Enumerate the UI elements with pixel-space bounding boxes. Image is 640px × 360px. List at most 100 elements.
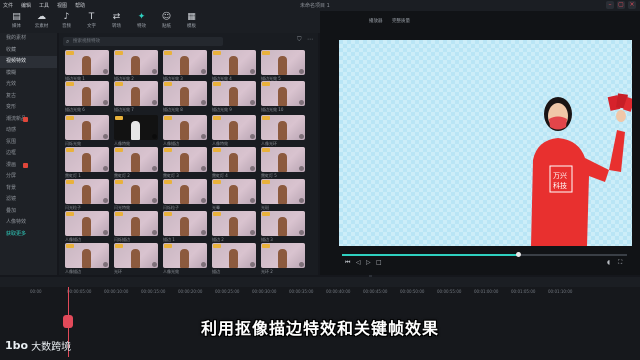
- menu-edit[interactable]: 编辑: [21, 2, 31, 9]
- toolbar-sticker[interactable]: ☺ 贴纸: [154, 11, 179, 33]
- close-icon[interactable]: ×: [628, 1, 636, 9]
- sidebar-item[interactable]: 我的素材: [0, 33, 57, 45]
- toolbar-media[interactable]: ▤ 媒体: [4, 11, 29, 33]
- add-icon[interactable]: [103, 198, 108, 203]
- sidebar-item[interactable]: 漫画: [0, 160, 57, 172]
- volume-icon[interactable]: ◖: [607, 259, 610, 266]
- add-icon[interactable]: [250, 100, 255, 105]
- effect-thumbnail[interactable]: [261, 81, 305, 106]
- add-icon[interactable]: [103, 262, 108, 267]
- effect-thumbnail[interactable]: [163, 115, 207, 140]
- effect-thumbnail[interactable]: [163, 81, 207, 106]
- add-icon[interactable]: [299, 134, 304, 139]
- toolbar-audio[interactable]: ♪ 音频: [54, 11, 79, 33]
- sidebar-item[interactable]: 获取更多: [0, 229, 57, 241]
- add-icon[interactable]: [103, 166, 108, 171]
- sidebar-item[interactable]: 收藏: [0, 45, 57, 57]
- add-icon[interactable]: [250, 134, 255, 139]
- add-icon[interactable]: [299, 100, 304, 105]
- sidebar-item[interactable]: 边框: [0, 148, 57, 160]
- effect-thumbnail[interactable]: [212, 50, 256, 75]
- effect-thumbnail[interactable]: [261, 115, 305, 140]
- effect-thumbnail[interactable]: [163, 147, 207, 172]
- toolbar-cloud[interactable]: ☁ 云素材: [29, 11, 54, 33]
- sidebar-item[interactable]: 背景: [0, 183, 57, 195]
- menu-file[interactable]: 文件: [3, 2, 13, 9]
- effect-thumbnail[interactable]: [163, 50, 207, 75]
- effect-thumbnail[interactable]: [261, 147, 305, 172]
- progress-handle[interactable]: [516, 252, 522, 257]
- fullscreen-icon[interactable]: ⛶: [618, 259, 622, 267]
- effect-thumbnail[interactable]: [212, 243, 256, 268]
- effect-thumbnail[interactable]: [212, 115, 256, 140]
- add-icon[interactable]: [201, 166, 206, 171]
- effect-thumbnail[interactable]: [163, 211, 207, 236]
- preview-canvas[interactable]: 万兴 科技: [339, 40, 632, 246]
- toolbar-text[interactable]: T 文字: [79, 11, 104, 33]
- effect-thumbnail[interactable]: [163, 179, 207, 204]
- add-icon[interactable]: [152, 262, 157, 267]
- effect-thumbnail[interactable]: [65, 179, 109, 204]
- effect-thumbnail[interactable]: [212, 211, 256, 236]
- effect-thumbnail[interactable]: [65, 81, 109, 106]
- effect-thumbnail[interactable]: [114, 81, 158, 106]
- sidebar-item[interactable]: 分屏: [0, 171, 57, 183]
- add-icon[interactable]: [152, 230, 157, 235]
- sidebar-item[interactable]: 动感: [0, 125, 57, 137]
- toolbar-transition[interactable]: ⇄ 转场: [104, 11, 129, 33]
- sidebar-item[interactable]: 潮流新品: [0, 114, 57, 126]
- tab-quality[interactable]: 完整质量: [392, 18, 410, 24]
- add-icon[interactable]: [103, 69, 108, 74]
- prev-frame-icon[interactable]: ⏮: [345, 259, 350, 267]
- effect-thumbnail[interactable]: [261, 243, 305, 268]
- add-icon[interactable]: [299, 166, 304, 171]
- add-icon[interactable]: [299, 262, 304, 267]
- add-icon[interactable]: [103, 134, 108, 139]
- effect-thumbnail[interactable]: [114, 211, 158, 236]
- menu-view[interactable]: 视图: [57, 2, 67, 9]
- effect-thumbnail[interactable]: [261, 211, 305, 236]
- frame-back-icon[interactable]: ◁: [356, 259, 361, 266]
- search-input[interactable]: ⌕ 搜索视频特效: [63, 37, 223, 46]
- minimize-icon[interactable]: –: [606, 1, 614, 9]
- add-icon[interactable]: [250, 69, 255, 74]
- sidebar-item[interactable]: 变形: [0, 102, 57, 114]
- effect-thumbnail[interactable]: [114, 50, 158, 75]
- effect-thumbnail[interactable]: [163, 243, 207, 268]
- add-icon[interactable]: [152, 100, 157, 105]
- add-icon[interactable]: [201, 69, 206, 74]
- add-icon[interactable]: [152, 166, 157, 171]
- add-icon[interactable]: [201, 100, 206, 105]
- effect-thumbnail[interactable]: [65, 243, 109, 268]
- effect-thumbnail[interactable]: [114, 179, 158, 204]
- play-icon[interactable]: ▷: [366, 259, 371, 266]
- add-icon[interactable]: [201, 134, 206, 139]
- effect-thumbnail[interactable]: [114, 115, 158, 140]
- effect-thumbnail[interactable]: [261, 50, 305, 75]
- sidebar-item[interactable]: 光效: [0, 79, 57, 91]
- effect-thumbnail[interactable]: [65, 115, 109, 140]
- sidebar-item[interactable]: 氛围: [0, 137, 57, 149]
- add-icon[interactable]: [201, 262, 206, 267]
- tab-player[interactable]: 播放器: [369, 18, 383, 24]
- effect-thumbnail[interactable]: [114, 147, 158, 172]
- add-icon[interactable]: [250, 230, 255, 235]
- menu-tools[interactable]: 工具: [39, 2, 49, 9]
- add-icon[interactable]: [152, 69, 157, 74]
- add-icon[interactable]: [250, 262, 255, 267]
- sidebar-item[interactable]: 复古: [0, 91, 57, 103]
- effect-thumbnail[interactable]: [114, 243, 158, 268]
- toolbar-template[interactable]: ▦ 模板: [179, 11, 204, 33]
- add-icon[interactable]: [103, 100, 108, 105]
- add-icon[interactable]: [201, 198, 206, 203]
- menu-help[interactable]: 帮助: [75, 2, 85, 9]
- add-icon[interactable]: [103, 230, 108, 235]
- effect-thumbnail[interactable]: [65, 147, 109, 172]
- effect-thumbnail[interactable]: [65, 50, 109, 75]
- effect-thumbnail[interactable]: [212, 81, 256, 106]
- progress-track[interactable]: [342, 252, 627, 257]
- filter-icon[interactable]: ⛉: [297, 36, 302, 44]
- add-icon[interactable]: [299, 69, 304, 74]
- add-icon[interactable]: [299, 198, 304, 203]
- sidebar-item[interactable]: 人像特效: [0, 217, 57, 229]
